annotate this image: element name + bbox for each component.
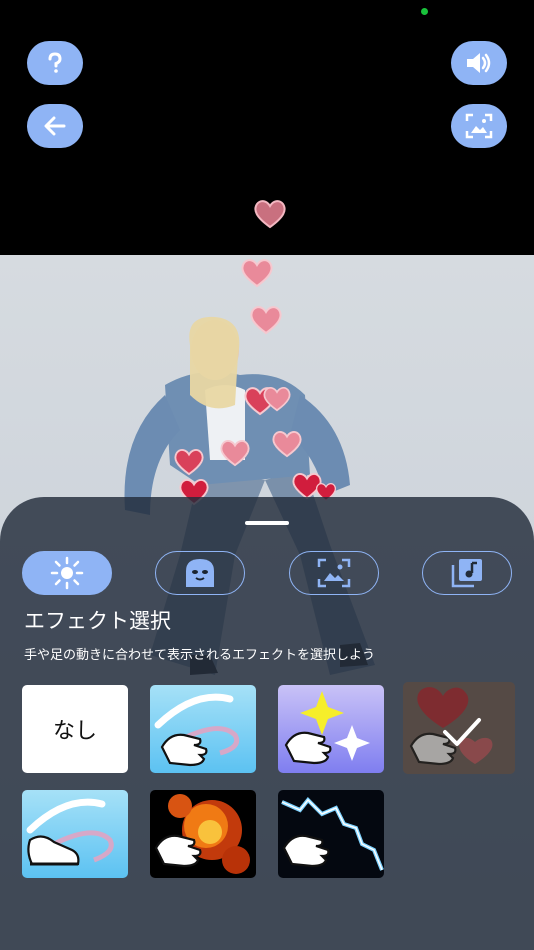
question-icon <box>48 52 62 73</box>
heart-effect <box>241 259 273 288</box>
effect-hand-hearts[interactable] <box>403 682 515 774</box>
effect-subtitle: 手や足の動きに合わせて表示されるエフェクトを選択しよう <box>24 648 376 663</box>
effect-foot-ribbon[interactable] <box>22 790 128 878</box>
back-button[interactable] <box>27 104 83 148</box>
arrow-left-icon <box>44 116 66 136</box>
hand-lightning-icon <box>278 790 384 878</box>
image-icon <box>317 558 351 588</box>
effect-hand-sparkles[interactable] <box>278 685 384 773</box>
effect-hand-ribbon[interactable] <box>150 685 256 773</box>
heart-effect <box>254 200 286 229</box>
sparkle-icon <box>50 556 84 590</box>
hand-fire-icon <box>150 790 256 878</box>
heart-effect <box>174 449 204 476</box>
hand-ribbon-icon <box>150 685 256 773</box>
tab-background[interactable] <box>289 551 379 595</box>
heart-effect <box>272 431 302 458</box>
effect-none[interactable]: なし <box>22 685 128 773</box>
gallery-button[interactable] <box>451 104 507 148</box>
effect-hand-lightning[interactable] <box>278 790 384 878</box>
heart-effect <box>263 386 291 412</box>
effect-hand-fire[interactable] <box>150 790 256 878</box>
foot-ribbon-icon <box>22 790 128 878</box>
camera-indicator <box>421 8 428 15</box>
heart-effect <box>220 440 250 467</box>
hand-hearts-icon <box>403 682 515 774</box>
effect-title: エフェクト選択 <box>24 609 171 633</box>
sound-button[interactable] <box>451 41 507 85</box>
tab-effect[interactable] <box>22 551 112 595</box>
speaker-icon <box>467 53 491 73</box>
face-mask-icon <box>186 559 214 587</box>
sheet-grabber[interactable] <box>245 521 289 525</box>
tab-mask[interactable] <box>155 551 245 595</box>
image-frame-icon <box>465 113 493 139</box>
hand-sparkles-icon <box>278 685 384 773</box>
music-library-icon <box>451 559 482 588</box>
heart-effect <box>250 306 282 335</box>
effect-none-label: なし <box>52 719 97 744</box>
help-button[interactable] <box>27 41 83 85</box>
effect-sheet: エフェクト選択 手や足の動きに合わせて表示されるエフェクトを選択しよう なし <box>0 497 534 950</box>
tab-music[interactable] <box>422 551 512 595</box>
